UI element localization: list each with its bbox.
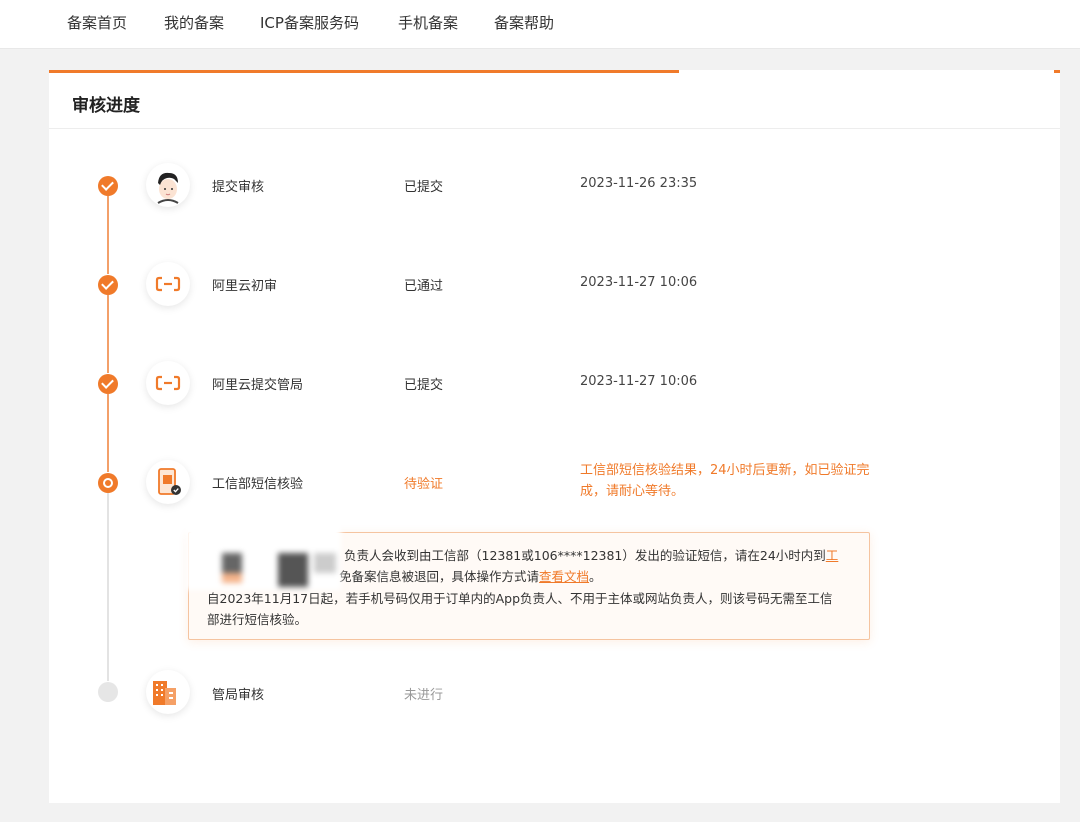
page-title: 审核进度 bbox=[72, 96, 140, 116]
building-icon bbox=[146, 670, 190, 714]
nav-item-my-filings[interactable]: 我的备案 bbox=[164, 12, 224, 33]
card-top-accent bbox=[49, 70, 679, 73]
step-status-dot bbox=[98, 374, 118, 394]
card-top-accent-tail bbox=[1054, 70, 1060, 73]
step-time: 2023-11-27 10:06 bbox=[580, 374, 698, 389]
notice-line-4: 部进行短信核验。 bbox=[207, 612, 308, 627]
step-status-dot bbox=[98, 275, 118, 295]
step-status: 待验证 bbox=[404, 477, 444, 492]
notice-text: 。 bbox=[589, 569, 602, 584]
phone-verify-icon bbox=[146, 460, 190, 504]
step-status-dot bbox=[98, 473, 118, 493]
nav-item-icp-service-code[interactable]: ICP备案服务码 bbox=[260, 12, 359, 33]
notice-line-3: 自2023年11月17日起，若手机号码仅用于订单内的App负责人、不用于主体或网… bbox=[207, 591, 833, 606]
step-status: 已提交 bbox=[404, 378, 444, 393]
step-note: 工信部短信核验结果，24小时后更新，如已验证完成，请耐心等待。 bbox=[580, 463, 870, 499]
timeline-connector bbox=[107, 394, 109, 472]
top-nav: 备案首页 我的备案 ICP备案服务码 手机备案 备案帮助 bbox=[0, 0, 1080, 49]
title-divider bbox=[49, 128, 1060, 129]
step-status: 已通过 bbox=[404, 279, 444, 294]
notice-line-2: 免备案信息被退回，具体操作方式请查看文档。 bbox=[339, 566, 602, 588]
nav-item-filing-help[interactable]: 备案帮助 bbox=[494, 12, 554, 33]
step-time: 2023-11-27 10:06 bbox=[580, 275, 698, 290]
timeline-connector bbox=[107, 493, 109, 681]
redaction-mask bbox=[186, 505, 341, 590]
step-name: 提交审核 bbox=[212, 180, 265, 195]
avatar-icon bbox=[146, 163, 190, 207]
step-status: 已提交 bbox=[404, 180, 444, 195]
timeline-connector bbox=[107, 196, 109, 274]
timeline-connector bbox=[107, 295, 109, 373]
step-name: 管局审核 bbox=[212, 688, 265, 703]
step-name: 工信部短信核验 bbox=[212, 477, 304, 492]
notice-link-miit[interactable]: 工 bbox=[826, 548, 839, 563]
view-doc-link[interactable]: 查看文档 bbox=[539, 569, 589, 584]
aliyun-logo-icon bbox=[146, 361, 190, 405]
step-status-dot bbox=[98, 176, 118, 196]
notice-line-1: 负责人会收到由工信部（12381或106****12381）发出的验证短信，请在… bbox=[344, 545, 838, 567]
notice-text: 免备案信息被退回，具体操作方式请 bbox=[339, 569, 540, 584]
step-name: 阿里云提交管局 bbox=[212, 378, 304, 393]
notice-text: 负责人会收到由工信部（12381或106****12381）发出的验证短信，请在… bbox=[344, 548, 826, 563]
step-time: 2023-11-26 23:35 bbox=[580, 176, 698, 191]
review-progress-card: 审核进度 bbox=[49, 70, 1060, 803]
step-name: 阿里云初审 bbox=[212, 279, 278, 294]
aliyun-logo-icon bbox=[146, 262, 190, 306]
step-status: 未进行 bbox=[404, 688, 444, 703]
nav-item-mobile-filing[interactable]: 手机备案 bbox=[398, 12, 458, 33]
nav-item-home[interactable]: 备案首页 bbox=[67, 12, 127, 33]
step-status-dot bbox=[98, 682, 118, 702]
